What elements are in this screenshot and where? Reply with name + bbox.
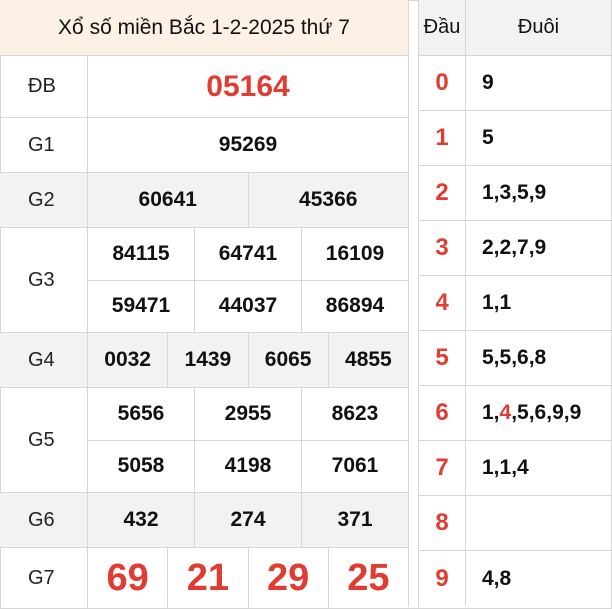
prize-number: 59471 <box>111 294 171 318</box>
loto-head: 6 <box>419 386 466 440</box>
prize-number: 1439 <box>167 333 247 387</box>
prize-label: G7 <box>0 548 88 608</box>
prize-label: ĐB <box>0 56 88 117</box>
prize-number: 274 <box>194 493 301 547</box>
loto-tail: 1,1,4 <box>482 456 529 479</box>
loto-tail: 9 <box>482 71 494 94</box>
prize-row-db: ĐB 05164 <box>0 56 408 118</box>
loto-head: 2 <box>419 166 466 220</box>
prize-number: 5058 <box>117 454 165 478</box>
loto-row: 8 <box>419 496 611 551</box>
loto-row: 09 <box>419 56 611 111</box>
prize-number: 84115 <box>112 241 170 265</box>
loto-head: 3 <box>419 221 466 275</box>
prize-number: 6065 <box>247 333 328 387</box>
prize-number: 05164 <box>206 69 290 103</box>
prize-number: 86894 <box>301 280 408 332</box>
prize-label: G4 <box>0 333 88 387</box>
prize-number: 371 <box>301 493 408 547</box>
loto-header: Đầu Đuôi <box>419 0 611 56</box>
loto-tail <box>466 496 611 550</box>
prize-row-g7: G7 69 21 29 25 <box>0 548 408 608</box>
loto-row: 2 1,3,5,9 <box>419 166 611 221</box>
prize-label: G6 <box>0 493 88 547</box>
loto-head: 8 <box>419 496 466 550</box>
prize-row-g5: G5 5656 2955 8623 5058 4198 7061 <box>0 388 408 493</box>
table-title: Xổ số miền Bắc 1-2-2025 thứ 7 <box>0 0 408 56</box>
prize-row-g2: G2 60641 45366 <box>0 173 408 228</box>
prize-number: 432 <box>123 508 159 531</box>
prize-number: 2955 <box>194 388 301 440</box>
loto-head: 5 <box>419 331 466 385</box>
loto-tail: 1, 4,5,6,9,9 <box>466 386 611 440</box>
loto-row: 6 1, 4,5,6,9,9 <box>419 386 611 441</box>
prize-number: 95269 <box>218 133 278 156</box>
prize-label: G5 <box>0 388 88 492</box>
loto-row: 4 1,1 <box>419 276 611 331</box>
loto-head: 1 <box>419 111 466 165</box>
loto-tail: 4,8 <box>482 566 512 590</box>
loto-tail: 5 <box>482 126 494 149</box>
tail-highlight: 4 <box>499 401 512 424</box>
loto-head: 9 <box>419 551 466 606</box>
prize-label: G3 <box>0 228 88 332</box>
prize-row-g3: G3 84115 64741 16109 59471 44037 86894 <box>0 228 408 333</box>
loto-row: 5 5,5,6,8 <box>419 331 611 386</box>
loto-head: 4 <box>419 276 466 330</box>
prize-number: 8623 <box>301 388 408 440</box>
loto-tail: 5,5,6,8 <box>482 346 547 369</box>
loto-tail: 1,1 <box>482 291 512 314</box>
prize-row-g6: G6 432 274 371 <box>0 493 408 548</box>
prize-number: 21 <box>167 548 247 608</box>
prize-number: 60641 <box>138 188 197 211</box>
head-column-label: Đầu <box>419 0 466 55</box>
prize-row-g4: G4 0032 1439 6065 4855 <box>0 333 408 388</box>
prize-number: 44037 <box>194 280 301 332</box>
loto-table: Đầu Đuôi 09 15 2 1,3,5,9 3 2,2,7,9 4 1,1 55… <box>418 0 611 607</box>
loto-row: 9 4,8 <box>419 551 611 606</box>
prize-number: 64741 <box>194 228 301 280</box>
loto-head: 7 <box>419 441 466 495</box>
prize-label: G1 <box>0 118 88 172</box>
prize-number: 0032 <box>104 348 151 371</box>
loto-row: 3 2,2,7,9 <box>419 221 611 276</box>
prize-number: 69 <box>106 556 149 599</box>
tail-text: 1, <box>482 401 500 424</box>
prize-number: 5656 <box>117 401 165 425</box>
prize-number: 7061 <box>301 440 408 492</box>
prize-number: 29 <box>247 548 328 608</box>
prize-table: Xổ số miền Bắc 1-2-2025 thứ 7 ĐB 05164 G… <box>0 0 409 608</box>
loto-row: 15 <box>419 111 611 166</box>
tail-text: ,5,6,9,9 <box>511 401 582 424</box>
prize-row-g1: G1 95269 <box>0 118 408 173</box>
prize-number: 4855 <box>327 333 408 387</box>
prize-number: 4198 <box>194 440 301 492</box>
loto-tail: 1,3,5,9 <box>482 181 547 204</box>
prize-number: 45366 <box>247 173 409 227</box>
loto-row: 7 1,1,4 <box>419 441 611 496</box>
loto-head: 0 <box>419 56 466 110</box>
loto-tail: 2,2,7,9 <box>482 236 547 259</box>
prize-number: 25 <box>327 548 408 608</box>
prize-label: G2 <box>0 173 88 227</box>
tail-column-label: Đuôi <box>517 16 560 38</box>
prize-number: 16109 <box>301 228 408 280</box>
